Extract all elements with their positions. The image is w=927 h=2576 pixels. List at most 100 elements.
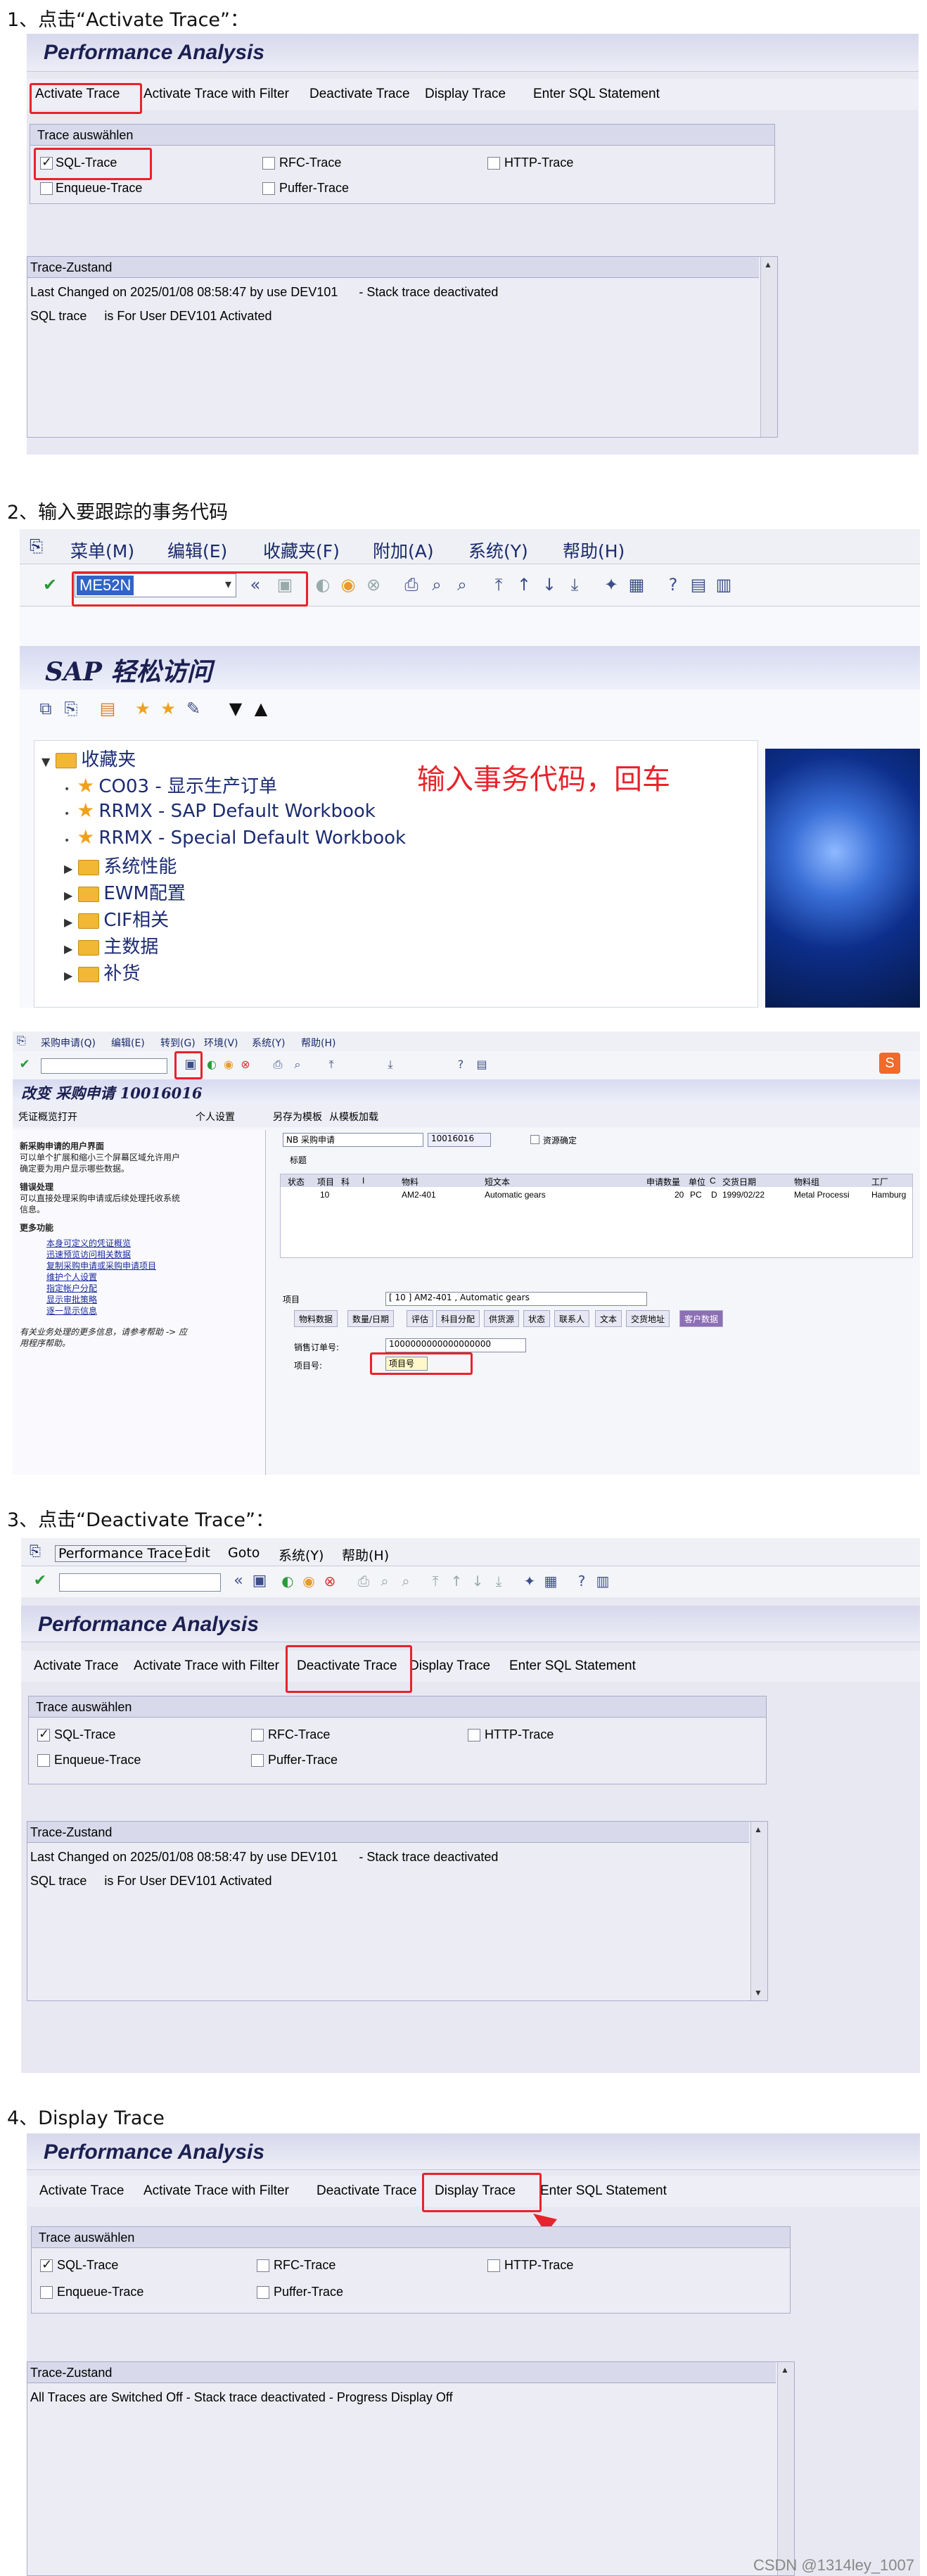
favorites-folder[interactable]: ▼ 收藏夹: [41, 745, 136, 771]
deactivate-trace-button[interactable]: Deactivate Trace: [307, 84, 413, 106]
tab-valuation[interactable]: 评估: [407, 1310, 434, 1327]
activate-trace-button[interactable]: Activate Trace: [31, 1656, 121, 1677]
http-trace-checkbox[interactable]: [487, 157, 500, 170]
tab-customer-data[interactable]: 客户数据: [679, 1310, 724, 1327]
shortcut-icon[interactable]: ▦: [539, 1569, 563, 1593]
menu-item-menu[interactable]: 菜单(M): [70, 538, 134, 563]
menu-icon[interactable]: ⎘: [30, 1542, 41, 1559]
sql-trace-checkbox[interactable]: [37, 1727, 50, 1741]
favorite-item[interactable]: • ★ RRMX - SAP Default Workbook: [64, 799, 376, 822]
layout-icon[interactable]: ▤: [686, 573, 710, 597]
exit-icon[interactable]: ◉: [297, 1569, 321, 1593]
print-icon[interactable]: ⎙: [399, 573, 423, 597]
activate-trace-with-filter-button[interactable]: Activate Trace with Filter: [131, 1656, 282, 1677]
enter-sql-statement-button[interactable]: Enter SQL Statement: [537, 2181, 670, 2202]
menu-icon[interactable]: ⎘: [17, 1034, 26, 1048]
grid-cell[interactable]: Hamburg: [871, 1190, 906, 1200]
folder-item[interactable]: ▶ CIF相关: [64, 906, 169, 932]
display-trace-button[interactable]: Display Trace: [422, 84, 509, 106]
puffer-trace-checkbox[interactable]: [262, 182, 275, 195]
add-favorite-icon[interactable]: ★: [131, 697, 155, 721]
tab-delivery-address[interactable]: 交货地址: [626, 1310, 670, 1327]
shortcut-icon[interactable]: ▦: [625, 573, 648, 597]
double-chevron-icon[interactable]: «: [226, 1569, 250, 1593]
command-field[interactable]: [59, 1573, 221, 1592]
help-icon[interactable]: ?: [570, 1569, 594, 1593]
monitor-icon[interactable]: ▥: [591, 1569, 615, 1593]
item-select[interactable]: [ 10 ] AM2-401 , Automatic gears: [385, 1292, 647, 1306]
folder-item[interactable]: ▶ 系统性能: [64, 852, 177, 878]
user-menu-icon[interactable]: ⧉: [34, 697, 58, 721]
menu-item-help[interactable]: 帮助(H): [563, 538, 625, 563]
activate-trace-with-filter-button[interactable]: Activate Trace with Filter: [141, 2181, 292, 2202]
find-next-icon[interactable]: ⌕: [450, 573, 474, 597]
menu-item-edit[interactable]: Edit: [184, 1545, 210, 1561]
grid-cell[interactable]: Metal Processi: [794, 1190, 850, 1200]
find-next-icon[interactable]: ⌕: [394, 1569, 418, 1593]
exit-icon[interactable]: ◉: [336, 573, 360, 597]
next-page-icon[interactable]: ↓: [466, 1569, 490, 1593]
next-page-icon[interactable]: ↓: [537, 573, 561, 597]
puffer-trace-checkbox[interactable]: [257, 2286, 269, 2299]
rfc-trace-checkbox[interactable]: [262, 157, 275, 170]
scroll-up-icon[interactable]: ▲: [781, 2365, 789, 2375]
status-scrollbar[interactable]: ▲: [760, 257, 777, 437]
grid-cell[interactable]: Automatic gears: [485, 1190, 546, 1200]
menu-item-system[interactable]: 系统(Y): [279, 1545, 324, 1564]
cancel-icon[interactable]: ⊗: [234, 1053, 257, 1077]
menu-item-help[interactable]: 帮助(H): [342, 1545, 389, 1564]
help-link[interactable]: 逐一显示信息: [46, 1305, 97, 1316]
menu-item-performance-trace[interactable]: Performance Trace: [55, 1545, 186, 1562]
menu-item-extras[interactable]: 附加(A): [373, 538, 434, 563]
activate-trace-with-filter-button[interactable]: Activate Trace with Filter: [141, 84, 292, 106]
menu-icon[interactable]: ⎘: [30, 536, 43, 556]
previous-page-icon[interactable]: ↑: [445, 1569, 468, 1593]
status-scrollbar[interactable]: ▲ ▼: [750, 1822, 767, 2000]
header-tab[interactable]: 标题: [290, 1154, 307, 1166]
enter-check-icon[interactable]: ✔: [28, 1569, 52, 1593]
new-session-icon[interactable]: ✦: [599, 573, 623, 597]
sap-menu-icon[interactable]: ⎘: [59, 697, 83, 721]
grid-cell[interactable]: 1999/02/22: [722, 1190, 765, 1200]
last-page-icon[interactable]: ⤓: [378, 1053, 402, 1077]
back-icon[interactable]: ◐: [276, 1569, 300, 1593]
last-page-icon[interactable]: ⤓: [563, 573, 587, 597]
first-page-icon[interactable]: ⤒: [423, 1569, 447, 1593]
help-link[interactable]: 迅速预览访问相关数据: [46, 1248, 131, 1260]
sql-trace-checkbox[interactable]: [40, 2257, 53, 2272]
monitor-icon[interactable]: ▥: [712, 573, 736, 597]
menu-item[interactable]: 采购申请(Q): [41, 1036, 96, 1050]
other-menu-icon[interactable]: ▤: [96, 697, 120, 721]
help-link[interactable]: 维护个人设置: [46, 1271, 97, 1283]
http-trace-checkbox[interactable]: [487, 2259, 500, 2272]
find-icon[interactable]: ⌕: [425, 573, 449, 597]
scroll-up-icon[interactable]: ▲: [754, 1825, 762, 1834]
deactivate-trace-button[interactable]: Deactivate Trace: [314, 2181, 420, 2202]
personal-settings-button[interactable]: 个人设置: [196, 1110, 235, 1124]
move-down-icon[interactable]: ▼: [224, 697, 248, 721]
tab-status[interactable]: 状态: [523, 1310, 551, 1327]
favorite-item[interactable]: • ★ RRMX - Special Default Workbook: [64, 825, 406, 849]
enqueue-trace-checkbox[interactable]: [40, 2286, 53, 2299]
rfc-trace-checkbox[interactable]: [251, 1729, 264, 1741]
grid-cell[interactable]: PC: [690, 1190, 702, 1200]
favorite-item[interactable]: • ★ CO03 - 显示生产订单: [64, 772, 277, 798]
tab-material-data[interactable]: 物料数据: [294, 1310, 338, 1327]
enter-sql-statement-button[interactable]: Enter SQL Statement: [506, 1656, 639, 1677]
cancel-icon[interactable]: ⊗: [318, 1569, 342, 1593]
menu-item-edit[interactable]: 编辑(E): [167, 538, 227, 563]
menu-item[interactable]: 环境(V): [204, 1036, 238, 1050]
grid-cell[interactable]: 20: [675, 1190, 684, 1200]
command-field[interactable]: [41, 1058, 167, 1074]
folder-item[interactable]: ▶ EWM配置: [64, 879, 186, 905]
puffer-trace-checkbox[interactable]: [251, 1754, 264, 1767]
status-scrollbar[interactable]: ▲: [777, 2362, 794, 2575]
grid-cell[interactable]: D: [711, 1190, 717, 1200]
doc-type-select[interactable]: NB 采购申请: [283, 1133, 423, 1147]
menu-item-system[interactable]: 系统(Y): [468, 538, 528, 563]
display-trace-button[interactable]: Display Trace: [407, 1656, 493, 1677]
layout-icon[interactable]: ▤: [470, 1053, 494, 1077]
tab-text[interactable]: 文本: [595, 1310, 622, 1327]
rfc-trace-checkbox[interactable]: [257, 2259, 269, 2272]
load-from-template-button[interactable]: 从模板加载: [329, 1110, 378, 1124]
